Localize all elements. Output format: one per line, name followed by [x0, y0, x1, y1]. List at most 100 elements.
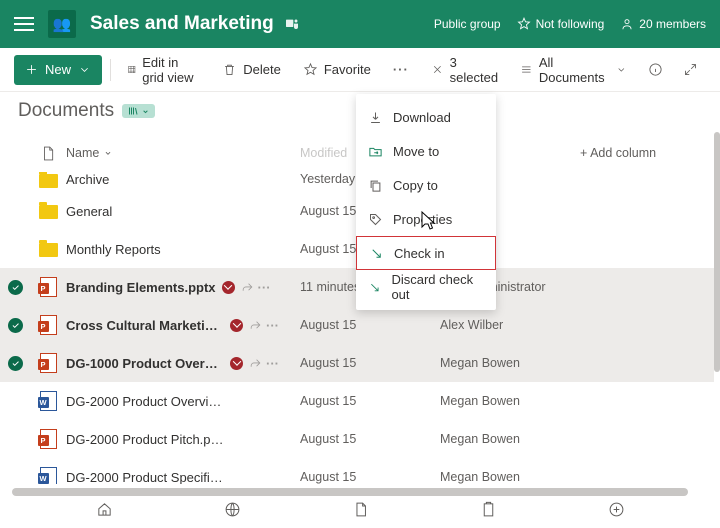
view-switcher[interactable]: All Documents [512, 54, 636, 86]
discard-icon [368, 280, 381, 295]
clipboard-icon [480, 501, 497, 518]
menu-moveto-label: Move to [393, 144, 439, 159]
edit-grid-button[interactable]: Edit in grid view [119, 54, 209, 86]
nav-sites[interactable] [224, 501, 241, 521]
row-select[interactable] [0, 318, 30, 333]
site-title: Sales and Marketing [90, 13, 274, 35]
file-name[interactable]: Cross Cultural Marketing Ca... [66, 318, 224, 333]
row-overflow[interactable]: ··· [266, 356, 279, 371]
file-name[interactable]: DG-2000 Product Pitch.pptx [66, 432, 224, 447]
file-type-icon: P [30, 429, 66, 449]
new-button[interactable]: New [14, 55, 102, 85]
file-type-icon: P [30, 277, 66, 297]
folder-arrow-icon [368, 144, 383, 159]
view-label: All Documents [539, 55, 610, 85]
globe-icon [224, 501, 241, 518]
follow-button[interactable]: Not following [517, 17, 605, 31]
close-icon [431, 62, 444, 77]
vertical-scrollbar[interactable] [714, 48, 720, 484]
file-icon [41, 145, 55, 162]
privacy-label[interactable]: Public group [434, 17, 501, 31]
cursor-pointer-icon [416, 210, 438, 239]
table-row[interactable]: PDG-2000 Product Pitch.pptxAugust 15Mega… [0, 420, 714, 458]
share-icon[interactable] [249, 319, 262, 332]
menu-copyto[interactable]: Copy to [356, 168, 496, 202]
file-name[interactable]: DG-1000 Product Overview.p... [66, 356, 224, 371]
table-row[interactable]: WDG-2000 Product Specification.docx Augus… [0, 458, 714, 484]
menu-checkin[interactable]: Check in [356, 236, 496, 270]
share-icon[interactable] [241, 281, 254, 294]
members-label: 20 members [639, 17, 706, 31]
nav-list[interactable] [480, 501, 497, 521]
menu-copyto-label: Copy to [393, 178, 438, 193]
info-button[interactable] [640, 54, 671, 86]
share-icon[interactable] [249, 357, 262, 370]
checkedout-badge [230, 357, 243, 370]
new-label: New [45, 62, 71, 77]
expand-button[interactable] [675, 54, 706, 86]
modified-cell: August 15 [300, 356, 440, 370]
file-type-icon: W [30, 467, 66, 484]
table-row[interactable]: WDG-2000 Product Overview.docxAugust 15M… [0, 382, 714, 420]
modifiedby-cell: Megan Bowen [440, 356, 590, 370]
file-icon [352, 501, 369, 518]
delete-button[interactable]: Delete [214, 54, 289, 86]
nav-home[interactable] [96, 501, 113, 521]
star-icon [303, 62, 318, 77]
tag-icon [368, 212, 383, 227]
edit-grid-label: Edit in grid view [142, 55, 200, 85]
favorite-button[interactable]: Favorite [295, 54, 379, 86]
chevron-down-icon [103, 148, 113, 158]
table-row[interactable]: PCross Cultural Marketing Ca... ··· August… [0, 306, 714, 344]
teams-icon[interactable] [284, 15, 300, 34]
file-name[interactable]: Branding Elements.pptx [66, 280, 216, 295]
modified-cell: August 15 [300, 470, 440, 484]
file-name[interactable]: DG-2000 Product Specification.docx [66, 470, 224, 485]
file-name[interactable]: Archive [66, 172, 109, 187]
nav-add[interactable] [608, 501, 625, 521]
file-type-icon: P [30, 315, 66, 335]
row-select[interactable] [0, 280, 30, 295]
info-icon [648, 62, 663, 77]
row-select[interactable] [0, 356, 30, 371]
col-modified-label: Modified [300, 146, 347, 160]
plus-icon [24, 62, 39, 77]
menu-discard[interactable]: Discard check out [356, 270, 496, 304]
file-type-icon [30, 241, 66, 257]
col-name[interactable]: Name [66, 146, 300, 160]
chevron-down-icon [141, 107, 150, 116]
checkin-icon [369, 246, 384, 261]
chevron-down-icon [77, 62, 92, 77]
home-icon [96, 501, 113, 518]
delete-label: Delete [243, 62, 281, 77]
selection-count[interactable]: 3 selected [423, 54, 508, 86]
col-name-label: Name [66, 146, 99, 160]
view-tag[interactable] [122, 104, 155, 118]
menu-download[interactable]: Download [356, 100, 496, 134]
site-logo[interactable]: 👥 [48, 10, 76, 38]
row-overflow[interactable]: ··· [266, 318, 279, 333]
modified-cell: August 15 [300, 318, 440, 332]
hamburger-icon[interactable] [14, 17, 34, 31]
file-name[interactable]: DG-2000 Product Overview.docx [66, 394, 224, 409]
modified-cell: August 15 [300, 394, 440, 408]
modifiedby-cell: Megan Bowen [440, 394, 590, 408]
selection-count-label: 3 selected [450, 55, 501, 85]
context-menu: Download Move to Copy to Properties Chec… [356, 94, 496, 310]
follow-label: Not following [536, 17, 605, 31]
table-row[interactable]: PDG-1000 Product Overview.p...···August … [0, 344, 714, 382]
library-icon [127, 105, 139, 117]
members-button[interactable]: 20 members [620, 17, 706, 31]
file-name[interactable]: Monthly Reports [66, 242, 161, 257]
grid-icon [127, 62, 137, 77]
row-overflow[interactable]: ··· [258, 280, 271, 295]
modified-cell: August 15 [300, 432, 440, 446]
overflow-button[interactable]: ··· [385, 54, 417, 86]
add-column-button[interactable]: + Add column [580, 146, 656, 160]
menu-moveto[interactable]: Move to [356, 134, 496, 168]
col-type[interactable] [30, 145, 66, 162]
file-name[interactable]: General [66, 204, 112, 219]
nav-files[interactable] [352, 501, 369, 521]
menu-checkin-label: Check in [394, 246, 445, 261]
menu-download-label: Download [393, 110, 451, 125]
